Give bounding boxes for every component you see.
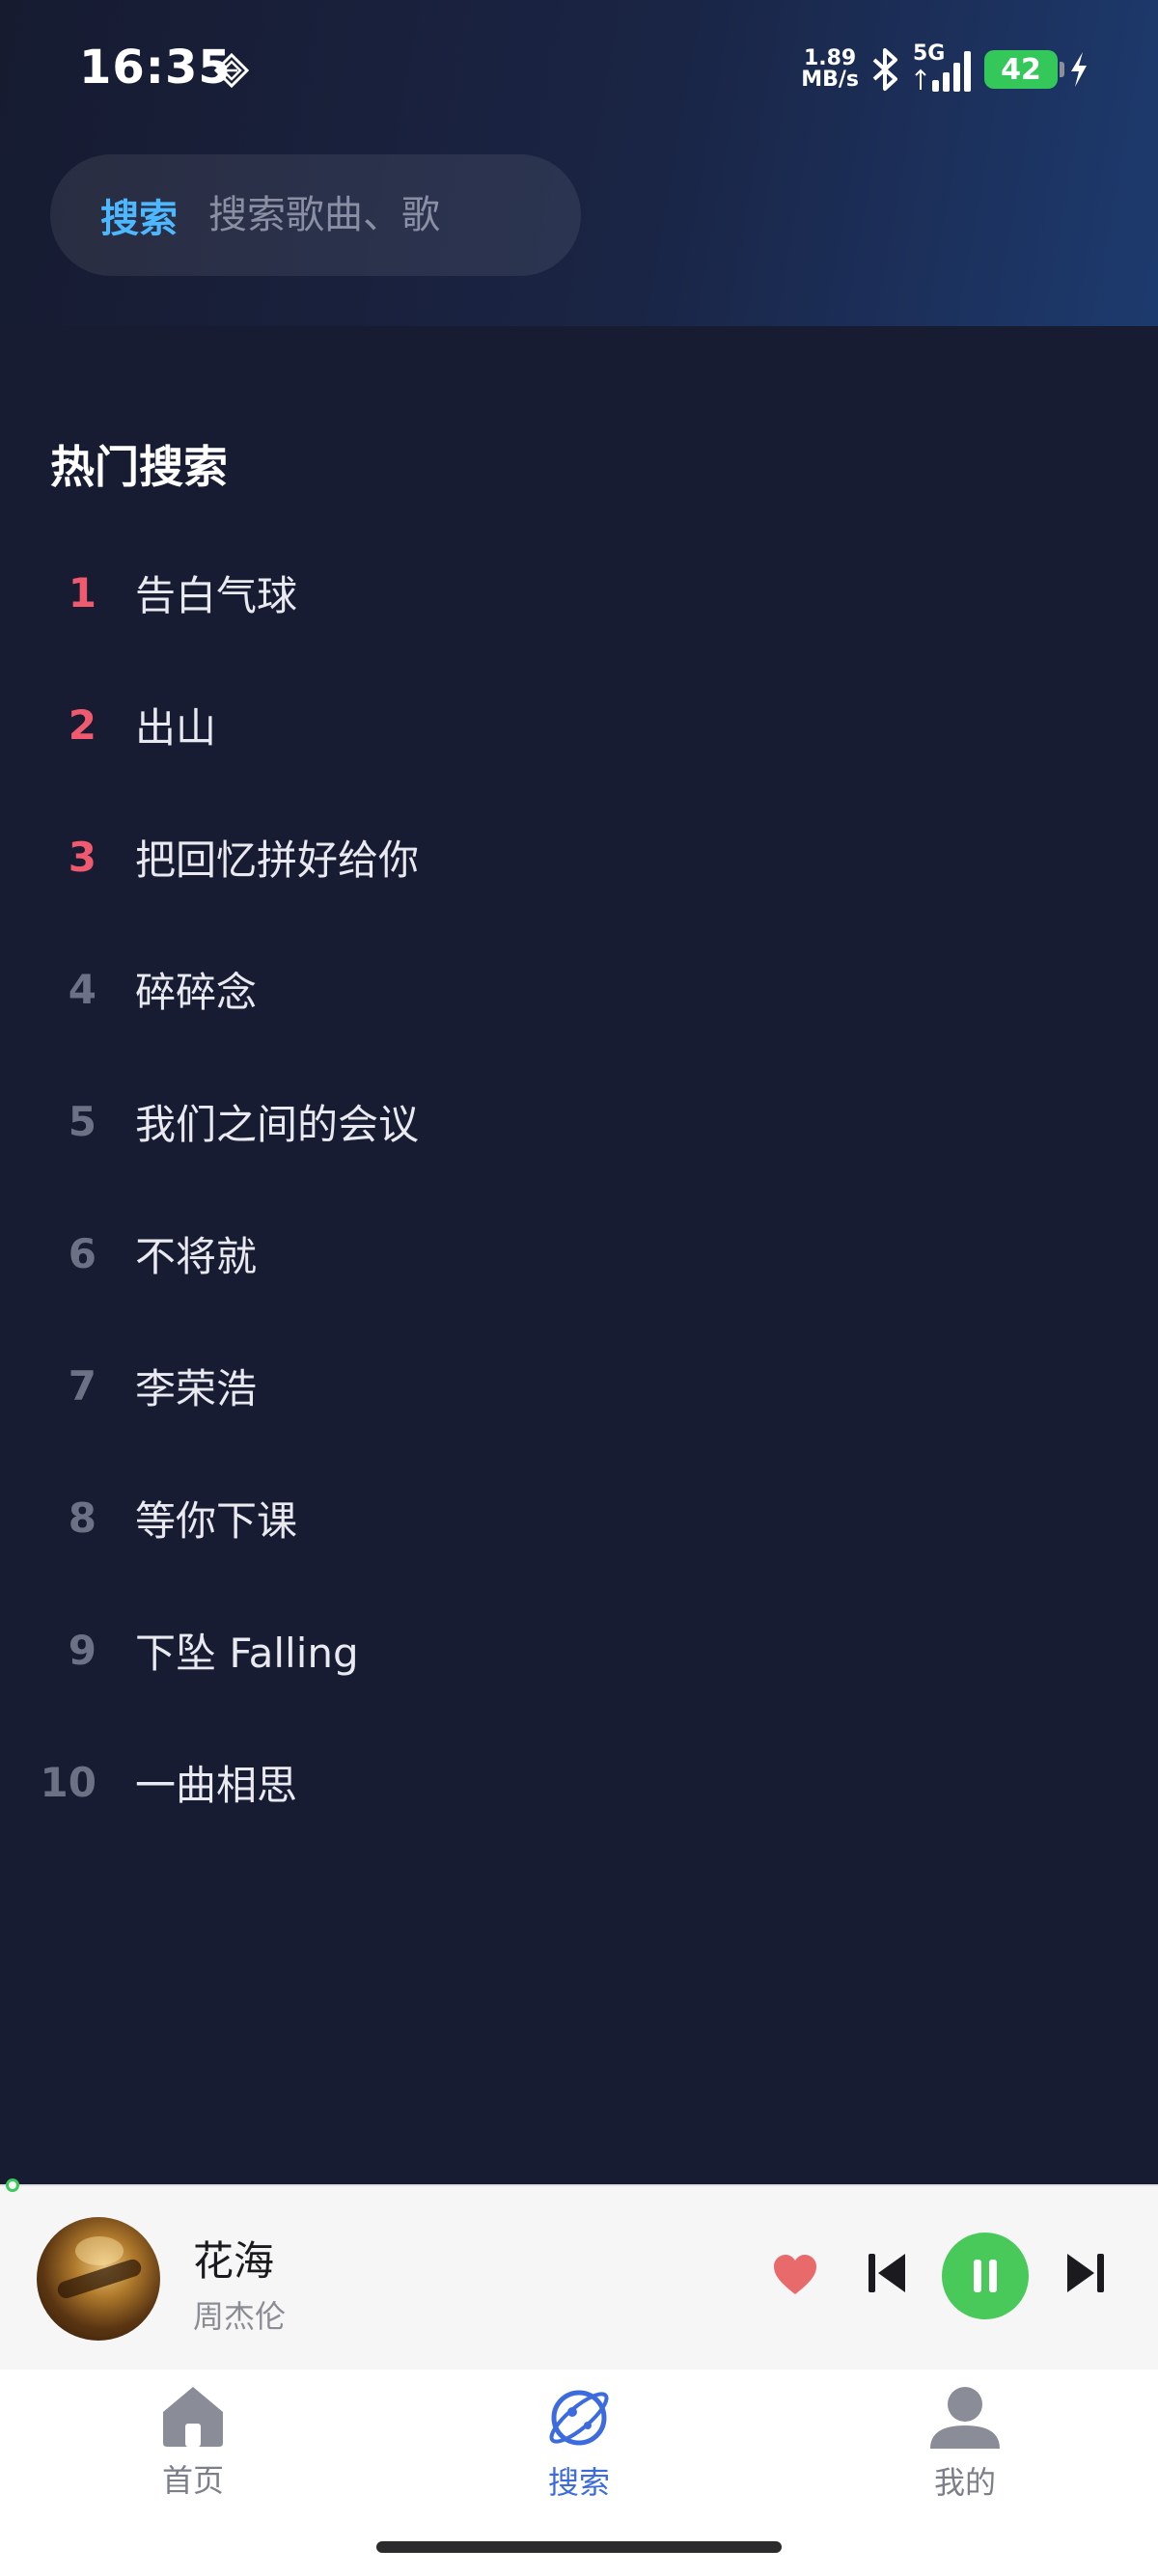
user-icon <box>930 2387 1000 2449</box>
hot-search-item-title: 下坠 Falling <box>135 1630 359 1677</box>
hot-search-item[interactable]: 1 告白气球 <box>0 527 1158 659</box>
battery-icon: 42 <box>984 50 1064 89</box>
previous-icon[interactable] <box>867 2250 909 2296</box>
hot-search-item-title: 出山 <box>135 704 217 752</box>
battery-level: 42 <box>1001 52 1041 87</box>
hot-search-rank: 7 <box>68 1362 96 1410</box>
pause-icon <box>974 2260 997 2292</box>
hot-search-title: 热门搜索 <box>50 441 228 493</box>
hot-search-rank: 5 <box>68 1098 96 1145</box>
hot-search-item-title: 我们之间的会议 <box>135 1101 420 1148</box>
album-cover[interactable] <box>37 2217 160 2341</box>
mini-player[interactable]: 花海 周杰伦 <box>0 2179 1158 2370</box>
next-icon[interactable] <box>1063 2250 1106 2296</box>
progress-handle[interactable] <box>6 2179 19 2192</box>
hot-search-rank: 10 <box>40 1759 96 1806</box>
net-speed-value: 1.89 <box>803 46 857 70</box>
heart-icon[interactable] <box>772 2254 818 2296</box>
hot-search-item[interactable]: 9 下坠 Falling <box>0 1584 1158 1716</box>
hot-search-item[interactable]: 8 等你下课 <box>0 1452 1158 1584</box>
hot-search-item-title: 李荣浩 <box>135 1365 258 1412</box>
hot-search-item[interactable]: 10 一曲相思 <box>0 1716 1158 1849</box>
hot-search-item[interactable]: 3 把回忆拼好给你 <box>0 791 1158 923</box>
hot-search-item-title: 等你下课 <box>135 1497 298 1545</box>
pause-button[interactable] <box>942 2233 1029 2319</box>
hot-search-list: 1 告白气球 2 出山 3 把回忆拼好给你 4 碎碎念 5 我们之间的会议 6 … <box>0 527 1158 1849</box>
net-speed-unit: MB/s <box>801 68 859 92</box>
hot-search-item[interactable]: 4 碎碎念 <box>0 923 1158 1055</box>
now-playing-artist: 周杰伦 <box>193 2298 287 2335</box>
hot-search-item-title: 把回忆拼好给你 <box>135 836 420 884</box>
hot-search-item-title: 不将就 <box>135 1233 258 1280</box>
home-icon <box>163 2387 223 2447</box>
status-time: 16:35 <box>79 41 232 95</box>
net-speed: 1.89 MB/s <box>801 48 859 91</box>
now-playing-song: 花海 <box>193 2237 275 2285</box>
charging-icon <box>1071 52 1087 87</box>
hot-search-rank: 2 <box>68 701 96 749</box>
tab-profile-label: 我的 <box>933 2464 996 2501</box>
hot-search-item-title: 告白气球 <box>135 572 298 619</box>
search-label[interactable]: 搜索 <box>100 187 178 243</box>
hot-search-rank: 3 <box>68 834 96 881</box>
hot-search-item[interactable]: 7 李荣浩 <box>0 1320 1158 1452</box>
tab-home-label: 首页 <box>161 2462 224 2499</box>
hot-search-item[interactable]: 5 我们之间的会议 <box>0 1055 1158 1188</box>
header: 16:35 1.89 MB/s 5G 42 搜索 搜索歌曲、歌 <box>0 0 1158 326</box>
tab-search-label: 搜索 <box>547 2464 610 2501</box>
planet-icon <box>549 2390 609 2446</box>
status-right: 1.89 MB/s 5G 42 <box>801 41 1090 98</box>
hot-search-item-title: 一曲相思 <box>135 1762 298 1809</box>
home-indicator[interactable] <box>376 2541 782 2553</box>
hot-search-rank: 4 <box>68 966 96 1013</box>
hot-search-item[interactable]: 2 出山 <box>0 659 1158 791</box>
status-bar: 16:35 1.89 MB/s 5G 42 <box>0 0 1158 145</box>
tab-profile[interactable]: 我的 <box>868 2383 1062 2518</box>
search-input[interactable] <box>208 193 450 237</box>
hot-search-rank: 8 <box>68 1494 96 1542</box>
search-bar[interactable]: 搜索 <box>50 154 581 276</box>
hot-search-rank: 6 <box>68 1230 96 1277</box>
hot-search-item[interactable]: 6 不将就 <box>0 1188 1158 1320</box>
diamond-icon <box>214 53 249 88</box>
hot-search-item-title: 碎碎念 <box>135 969 258 1016</box>
bluetooth-icon <box>872 48 897 91</box>
signal-icon: 5G <box>913 41 975 94</box>
hot-search-rank: 9 <box>68 1627 96 1674</box>
hot-search-rank: 1 <box>68 569 96 617</box>
tab-search[interactable]: 搜索 <box>482 2383 676 2518</box>
tab-home[interactable]: 首页 <box>96 2383 290 2518</box>
